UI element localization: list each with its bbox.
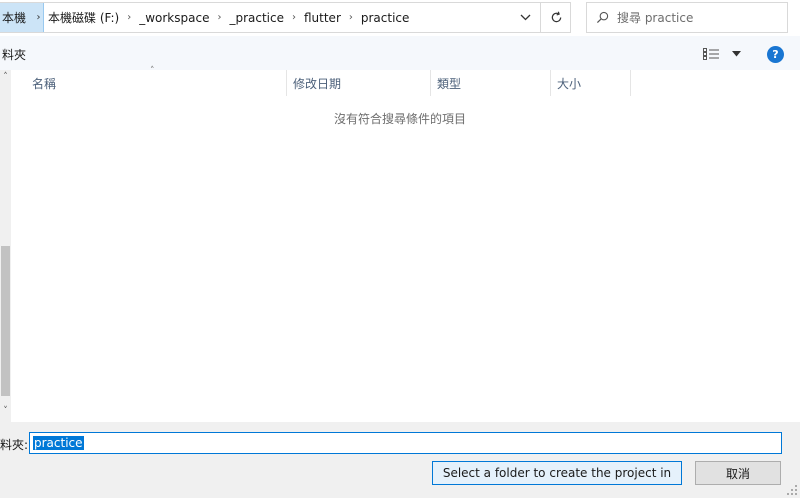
- new-folder-button[interactable]: 料夾: [2, 46, 26, 63]
- breadcrumb-root-label: 本機: [2, 11, 27, 25]
- breadcrumb-chevron-icon[interactable]: ›: [119, 12, 139, 23]
- column-header-size[interactable]: 大小: [551, 70, 631, 96]
- folder-name-value: practice: [33, 436, 84, 450]
- folder-name-label: 料夾:: [0, 438, 29, 452]
- scroll-up-icon[interactable]: ˄: [0, 72, 11, 86]
- column-header-type[interactable]: 類型: [431, 70, 551, 96]
- search-input[interactable]: 搜尋 practice: [617, 9, 693, 26]
- search-icon: [587, 11, 617, 24]
- chevron-down-icon: [520, 14, 530, 21]
- breadcrumb-chevron-icon[interactable]: ›: [341, 12, 361, 23]
- select-folder-button[interactable]: Select a folder to create the project in: [432, 461, 682, 485]
- help-icon: ?: [772, 48, 779, 61]
- command-bar: [0, 36, 800, 70]
- view-options-icon: [703, 48, 719, 60]
- breadcrumb: 本機磁碟 (F:) › _workspace › _practice › flu…: [48, 3, 409, 32]
- column-header-modified[interactable]: 修改日期: [287, 70, 431, 96]
- scroll-down-icon[interactable]: ˅: [0, 406, 11, 420]
- cancel-button[interactable]: 取消: [695, 461, 781, 485]
- view-options-button[interactable]: [703, 44, 741, 64]
- breadcrumb-chevron-icon[interactable]: ›: [209, 12, 229, 23]
- address-history-dropdown[interactable]: [510, 3, 540, 32]
- breadcrumb-item-practice-parent[interactable]: _practice: [229, 11, 284, 25]
- breadcrumb-root-chevron-icon[interactable]: ›: [33, 3, 44, 32]
- breadcrumb-chevron-icon[interactable]: ›: [284, 12, 304, 23]
- breadcrumb-item-workspace[interactable]: _workspace: [139, 11, 209, 25]
- breadcrumb-item-practice[interactable]: practice: [361, 11, 410, 25]
- refresh-button[interactable]: [540, 2, 571, 33]
- folder-name-input[interactable]: practice: [29, 432, 782, 454]
- scrollbar-thumb[interactable]: [1, 246, 10, 396]
- help-button[interactable]: ?: [767, 46, 784, 63]
- chevron-down-icon: [732, 51, 741, 57]
- refresh-icon: [551, 11, 561, 23]
- resize-grip-icon[interactable]: [786, 484, 798, 496]
- breadcrumb-item-flutter[interactable]: flutter: [304, 11, 341, 25]
- sort-ascending-icon: ˄: [150, 66, 155, 76]
- column-header-name[interactable]: 名稱: [26, 70, 287, 96]
- search-box[interactable]: 搜尋 practice: [586, 2, 788, 33]
- empty-state-message: 沒有符合搜尋條件的項目: [333, 112, 466, 126]
- breadcrumb-item-drive[interactable]: 本機磁碟 (F:): [48, 9, 119, 26]
